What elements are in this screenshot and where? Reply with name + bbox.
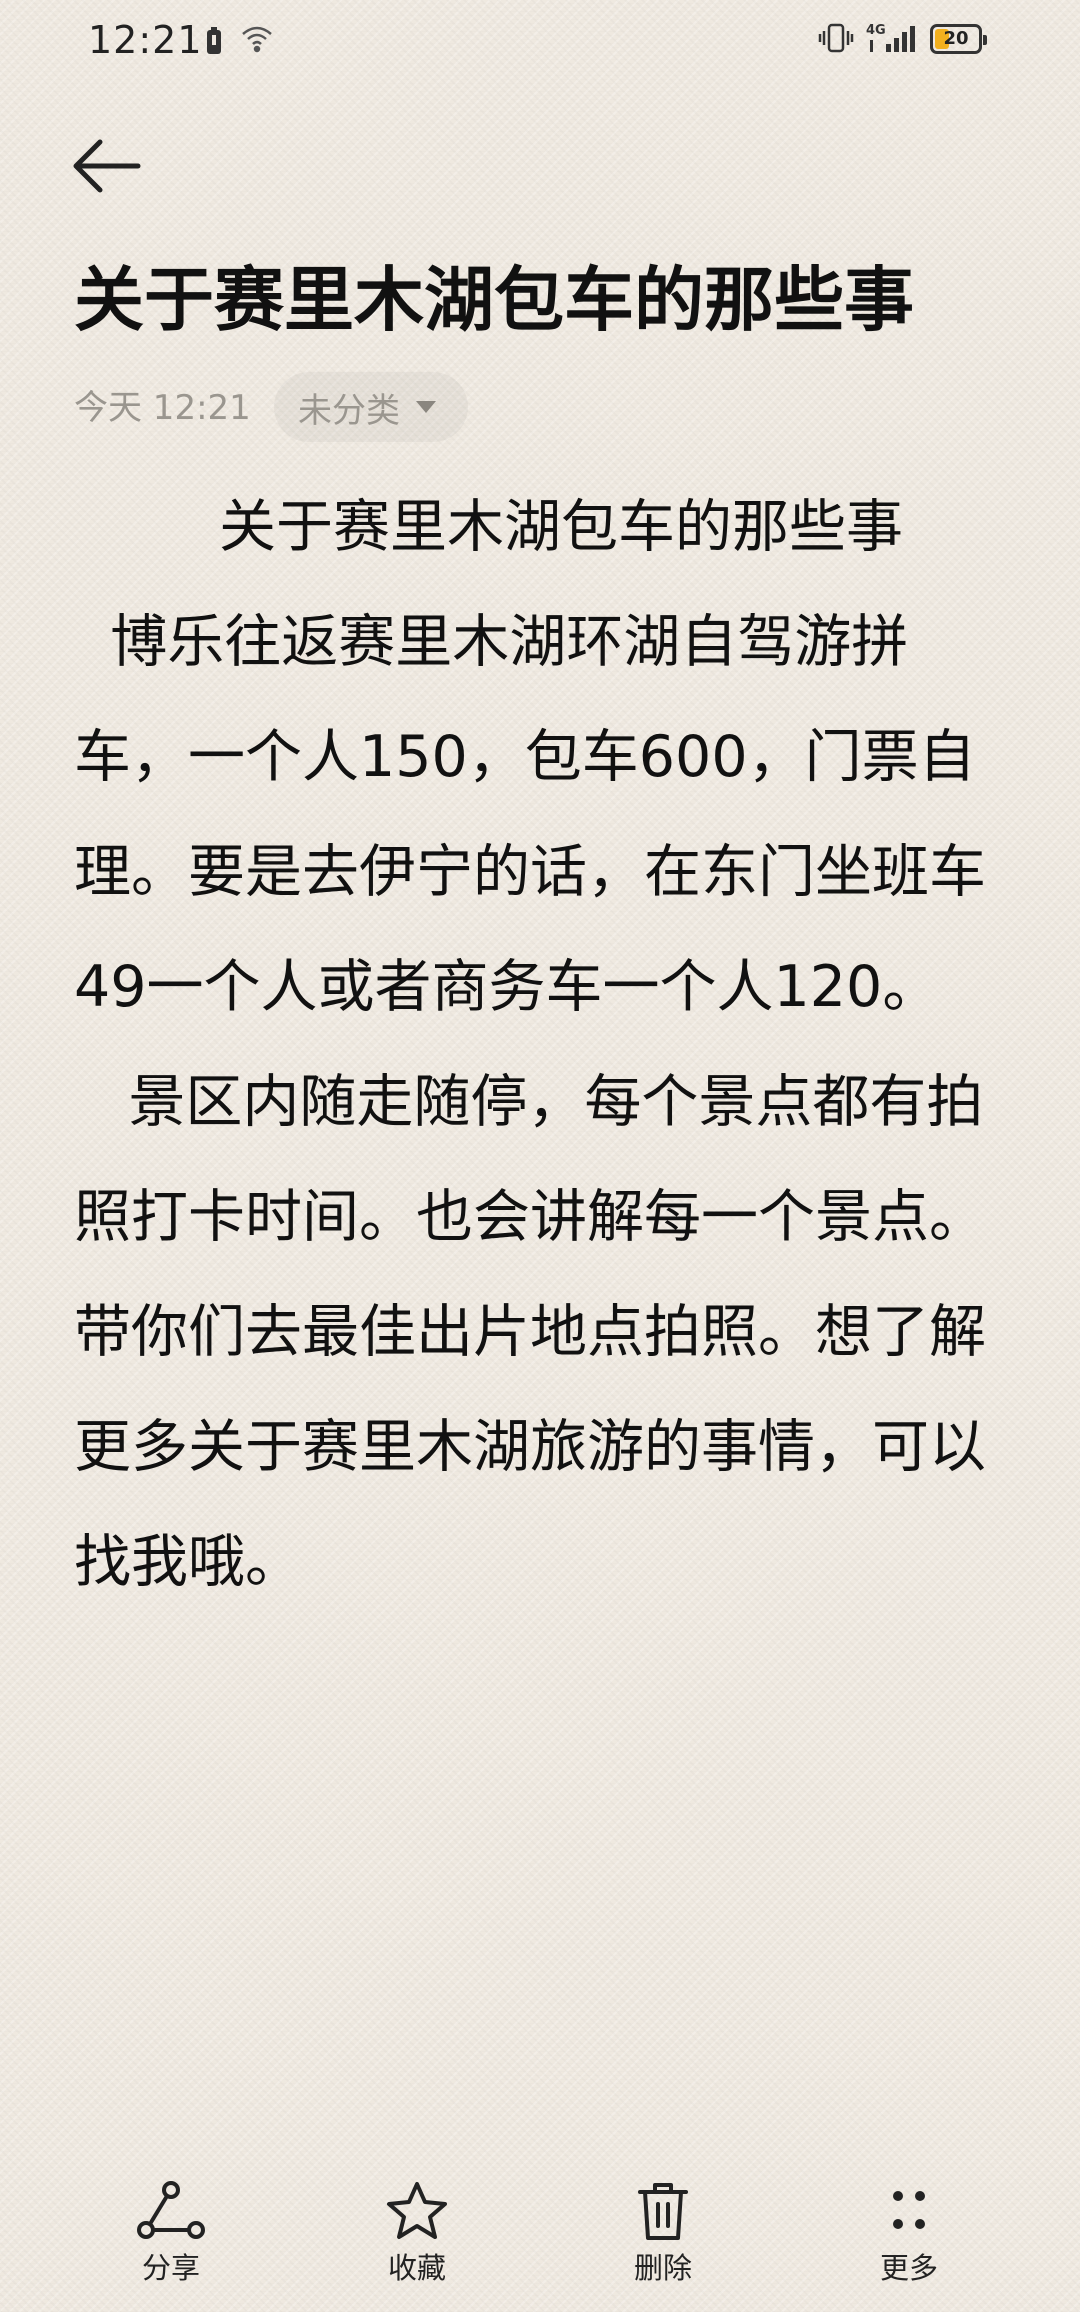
- delete-button[interactable]: 删除: [588, 2180, 738, 2290]
- dots-grid-icon: [893, 2191, 925, 2229]
- favorite-label: 收藏: [387, 2251, 446, 2285]
- note-body[interactable]: 关于赛里木湖包车的那些事 博乐往返赛里木湖环湖自驾游拼车，一个人150，包车60…: [74, 470, 1004, 1620]
- body-paragraph: 关于赛里木湖包车的那些事: [74, 494, 903, 560]
- category-dropdown[interactable]: 未分类: [274, 372, 468, 442]
- vibrate-icon: [818, 20, 854, 60]
- wifi-icon: [240, 22, 274, 60]
- caret-down-icon: [416, 401, 436, 413]
- more-label: 更多: [879, 2251, 938, 2285]
- battery-icon: 20: [930, 24, 987, 54]
- note-date: 今天 12:21: [74, 388, 251, 428]
- battery-saver-icon: [204, 26, 224, 60]
- status-bar: 12:21 4G 20: [0, 0, 1080, 80]
- battery-level: 20: [943, 28, 969, 49]
- star-icon: [387, 2182, 447, 2239]
- trash-icon: [638, 2183, 688, 2240]
- back-button[interactable]: [66, 128, 146, 208]
- share-button[interactable]: 分享: [96, 2180, 246, 2290]
- bottom-toolbar: 分享 收藏 删除 更多: [0, 2160, 1080, 2312]
- share-label: 分享: [141, 2251, 200, 2285]
- delete-label: 删除: [633, 2251, 692, 2285]
- signal-icon: 4G: [866, 20, 922, 60]
- category-label: 未分类: [298, 390, 400, 431]
- favorite-button[interactable]: 收藏: [342, 2180, 492, 2290]
- more-button[interactable]: 更多: [834, 2180, 984, 2290]
- body-paragraph: 博乐往返赛里木湖环湖自驾游拼车，一个人150，包车600，门票自理。要是去伊宁的…: [74, 609, 986, 1020]
- network-type-label: 4G: [866, 23, 886, 38]
- body-paragraph: 景区内随走随停，每个景点都有拍照打卡时间。也会讲解每一个景点。带你们去最佳出片地…: [74, 1069, 986, 1595]
- arrow-left-icon: [73, 139, 141, 193]
- share-icon: [137, 2181, 205, 2239]
- note-title[interactable]: 关于赛里木湖包车的那些事: [74, 250, 1034, 350]
- status-time: 12:21: [88, 18, 203, 62]
